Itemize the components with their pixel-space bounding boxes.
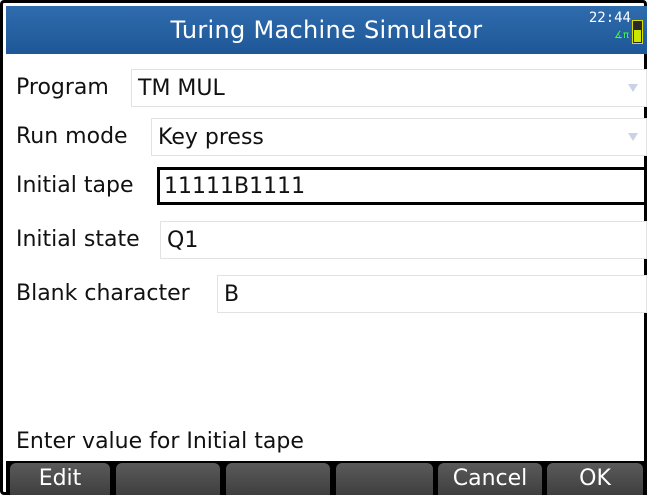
run-mode-row: Run mode Key press: [6, 114, 647, 160]
edit-button[interactable]: Edit: [10, 463, 110, 495]
angle-mode-indicator: ∡π: [614, 30, 629, 41]
program-row: Program TM MUL: [6, 65, 647, 111]
chevron-down-icon[interactable]: [628, 133, 638, 141]
softkey-bar: Edit Cancel OK: [6, 461, 647, 495]
blank-character-value: B: [224, 282, 240, 307]
chevron-down-icon[interactable]: [628, 84, 638, 92]
app-title: Turing Machine Simulator: [170, 16, 483, 44]
program-value: TM MUL: [138, 76, 225, 101]
ok-button[interactable]: OK: [547, 463, 643, 495]
softkey-2-button[interactable]: [116, 463, 220, 495]
initial-state-label: Initial state: [16, 227, 140, 252]
initial-state-field[interactable]: Q1: [160, 221, 647, 259]
run-mode-value: Key press: [158, 125, 264, 150]
blank-character-label: Blank character: [16, 281, 190, 306]
cancel-button[interactable]: Cancel: [438, 463, 542, 495]
initial-tape-field[interactable]: 11111B1111: [157, 167, 647, 205]
softkey-4-button[interactable]: [336, 463, 433, 495]
initial-tape-value: 11111B1111: [164, 174, 306, 199]
run-mode-select[interactable]: Key press: [151, 118, 647, 156]
title-bar: Turing Machine Simulator 22:44 ∡π: [6, 6, 647, 54]
program-label: Program: [16, 75, 109, 100]
softkey-3-button[interactable]: [226, 463, 330, 495]
initial-state-value: Q1: [167, 228, 199, 253]
program-select[interactable]: TM MUL: [131, 69, 647, 107]
run-mode-label: Run mode: [16, 124, 128, 149]
blank-character-field[interactable]: B: [217, 275, 647, 313]
blank-character-row: Blank character B: [6, 271, 647, 317]
battery-icon: [632, 20, 643, 44]
initial-tape-label: Initial tape: [16, 173, 134, 198]
initial-tape-row: Initial tape 11111B1111: [6, 163, 647, 209]
status-message: Enter value for Initial tape: [16, 429, 304, 454]
initial-state-row: Initial state Q1: [6, 217, 647, 263]
clock: 22:44: [588, 10, 631, 26]
app-window: Turing Machine Simulator 22:44 ∡π Progra…: [0, 0, 647, 495]
